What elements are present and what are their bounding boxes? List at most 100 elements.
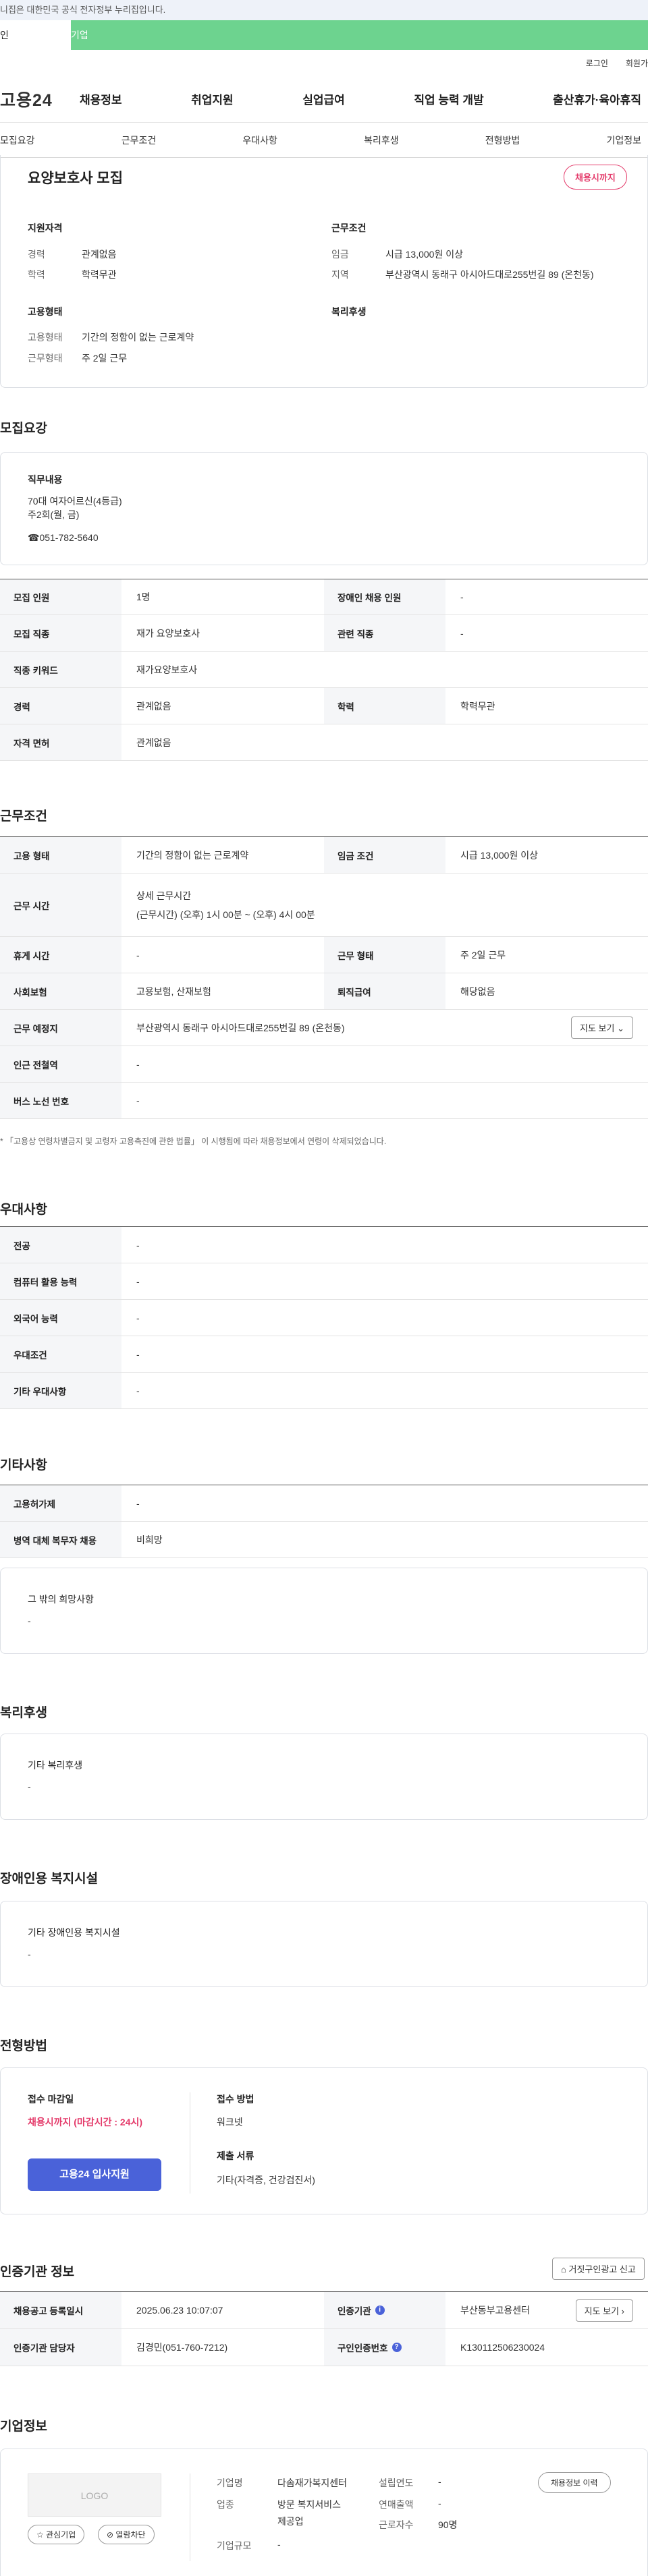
emp-type-label: 고용 형태	[0, 837, 122, 873]
table-row: 인증기관 담당자 김경민(051-760-7212) 구인인증번호? K130112…	[0, 2329, 648, 2366]
duty-title: 직무내용	[28, 474, 63, 485]
row-value: 재가 요양보호사	[136, 627, 200, 639]
wage-label: 임금	[331, 249, 349, 260]
method-value: 워크넷	[217, 2117, 243, 2127]
apply-button[interactable]: 고용24 입사지원	[28, 2158, 161, 2191]
company-name-label: 기업명	[217, 2478, 243, 2488]
tab-individual[interactable]: 인	[0, 20, 71, 50]
etc-box-title: 그 밖의 희망사항	[28, 1594, 94, 1605]
section-subnav: 모집요강 근무조건 우대사항 복리후생 전형방법 기업정보	[0, 123, 648, 158]
subnav-recruit[interactable]: 모집요강	[0, 134, 35, 147]
row-label: 기타 우대사항	[0, 1373, 122, 1408]
company-logo-placeholder: LOGO	[28, 2473, 161, 2517]
welfare-box-title: 기타 복리후생	[28, 1760, 83, 1771]
table-row: 병역 대체 복무자 채용 비희망	[0, 1522, 648, 1558]
rest-label: 휴게 시간	[0, 937, 122, 973]
reg-date-label: 채용공고 등록일시	[0, 2292, 122, 2328]
recruit-section-title: 모집요강	[0, 422, 47, 436]
insurance-value: 고용보험, 산재보험	[136, 985, 211, 997]
welfare-section-title: 복리후생	[0, 1706, 47, 1720]
table-row: 고용허가제 -	[0, 1485, 648, 1522]
info-icon[interactable]: i	[375, 2306, 385, 2315]
docs-title: 제출 서류	[217, 2150, 254, 2161]
area-value: 부산광역시 동래구 아시아드대로255번길 89 (온천동)	[385, 269, 594, 280]
subnav-process[interactable]: 전형방법	[485, 134, 520, 147]
favorite-company-button[interactable]: ☆ 관심기업	[28, 2525, 85, 2544]
info-icon[interactable]: ?	[392, 2343, 402, 2352]
signup-link[interactable]: 회원가	[626, 57, 648, 69]
subnav-company[interactable]: 기업정보	[606, 134, 641, 147]
row-label: 고용허가제	[0, 1485, 122, 1521]
employment-type-value: 기간의 정함이 없는 근로계약	[82, 332, 194, 343]
subnav-welfare[interactable]: 복리후생	[364, 134, 399, 147]
login-link[interactable]: 로그인	[586, 57, 608, 69]
table-row: 컴퓨터 활용 능력 -	[0, 1263, 648, 1300]
block-view-button[interactable]: ⊘ 열람차단	[98, 2525, 155, 2544]
industry-label: 업종	[217, 2499, 234, 2510]
disability-box-value: -	[28, 1949, 31, 1959]
deadline-value: 채용시까지 (마감시간 : 24시)	[28, 2117, 143, 2127]
gnb-item-employment-support[interactable]: 취업지원	[191, 90, 234, 107]
report-icon: ⌂	[561, 2264, 566, 2274]
tab-company[interactable]: 기업	[71, 20, 648, 50]
rest-value: -	[136, 949, 140, 961]
preference-section-title: 우대사항	[0, 1203, 47, 1217]
table-row: 휴게 시간 - 근무 형태 주 2일 근무	[0, 937, 648, 973]
hiring-history-button[interactable]: 채용정보 이력	[538, 2472, 611, 2493]
site-logo[interactable]: 고용24	[0, 87, 80, 111]
cert-label-cell: 구인인증번호?	[324, 2329, 446, 2366]
row-value: 비희망	[136, 1534, 163, 1545]
area-label: 지역	[331, 269, 349, 280]
table-row: 경력 관계없음 학력 학력무관	[0, 688, 648, 724]
workplace-cell: 부산광역시 동래구 아시아드대로255번길 89 (온천동) 지도 보기 ⌄	[122, 1010, 648, 1046]
subnav-preference[interactable]: 우대사항	[242, 134, 277, 147]
staff-value: 90명	[438, 2519, 458, 2530]
table-row: 근무 예정지 부산광역시 동래구 아시아드대로255번길 89 (온천동) 지도…	[0, 1010, 648, 1046]
industry-value-2: 제공업	[277, 2516, 304, 2527]
staff-label: 근로자수	[379, 2519, 414, 2530]
subnav-conditions[interactable]: 근무조건	[122, 134, 157, 147]
gnb-item-jobs[interactable]: 채용정보	[80, 90, 122, 107]
recruit-table: 모집 인원 1명 장애인 채용 인원 - 모집 직종 재가 요양보호사 관련 직종 - …	[0, 579, 648, 761]
hours-line-1: 상세 근무시간	[136, 890, 192, 901]
tab-company-label: 기업	[71, 30, 88, 40]
gnb-item-parental-leave[interactable]: 출산휴가·육아휴직	[553, 90, 641, 107]
sales-label: 연매출액	[379, 2499, 414, 2510]
star-icon: ☆	[36, 2530, 44, 2540]
row-label: 직종 키워드	[0, 652, 122, 687]
workplace-value: 부산광역시 동래구 아시아드대로255번길 89 (온천동)	[136, 1022, 345, 1033]
false-ad-report-button[interactable]: ⌂ 거짓구인광고 신고	[552, 2258, 645, 2280]
wage-value: 시급 13,000원 이상	[385, 249, 463, 260]
bus-label: 버스 노선 번호	[0, 1083, 122, 1118]
sales-value: -	[438, 2498, 441, 2509]
map-view-button[interactable]: 지도 보기 ⌄	[571, 1017, 633, 1039]
severance-value: 해당없음	[460, 985, 495, 997]
severance-label: 퇴직급여	[324, 973, 446, 1009]
agency-section-title: 인증기관 정보	[0, 2265, 75, 2279]
etc-box: 그 밖의 희망사항 -	[0, 1568, 648, 1654]
wage-cond-value: 시급 13,000원 이상	[460, 849, 538, 861]
career-label: 경력	[28, 249, 45, 260]
process-section-title: 전형방법	[0, 2039, 47, 2053]
table-row: 근무 시간 상세 근무시간 (근무시간) (오후) 1시 00분 ~ (오후) …	[0, 874, 648, 937]
row-value: -	[136, 1385, 140, 1396]
chevron-right-icon: ›	[621, 2306, 624, 2316]
row-value: 1명	[136, 592, 151, 602]
row-label: 경력	[0, 688, 122, 724]
gnb-item-unemployment-benefit[interactable]: 실업급여	[302, 90, 345, 107]
row-label: 학력	[324, 688, 446, 724]
table-row: 고용 형태 기간의 정함이 없는 근로계약 임금 조건 시급 13,000원 이상	[0, 837, 648, 874]
age-footnote: * 「고용상 연령차별금지 및 고령자 고용촉진에 관한 법률」 이 시행됨에 …	[0, 1137, 387, 1146]
gnb-item-vocational-training[interactable]: 직업 능력 개발	[414, 90, 483, 107]
row-value: -	[136, 1497, 140, 1509]
gov-notice-bar: 니집은 대한민국 공식 전자정부 누리집입니다.	[0, 0, 648, 20]
agency-map-button[interactable]: 지도 보기 ›	[575, 2299, 633, 2322]
agency-label-cell: 인증기관 i	[324, 2292, 446, 2328]
block-icon: ⊘	[107, 2530, 114, 2540]
summary-card: 요양보호사 모집 채용시까지 지원자격 경력 관계없음 학력 학력무관 고용형태…	[0, 155, 648, 388]
table-row: 버스 노선 번호 -	[0, 1083, 648, 1119]
gnb-menu: 채용정보 취업지원 실업급여 직업 능력 개발 출산휴가·육아휴직	[80, 90, 648, 107]
row-label: 컴퓨터 활용 능력	[0, 1263, 122, 1299]
preference-table: 전공 - 컴퓨터 활용 능력 - 외국어 능력 - 우대조건 - 기타 우대사항 -	[0, 1226, 648, 1409]
table-row: 모집 직종 재가 요양보호사 관련 직종 -	[0, 615, 648, 652]
